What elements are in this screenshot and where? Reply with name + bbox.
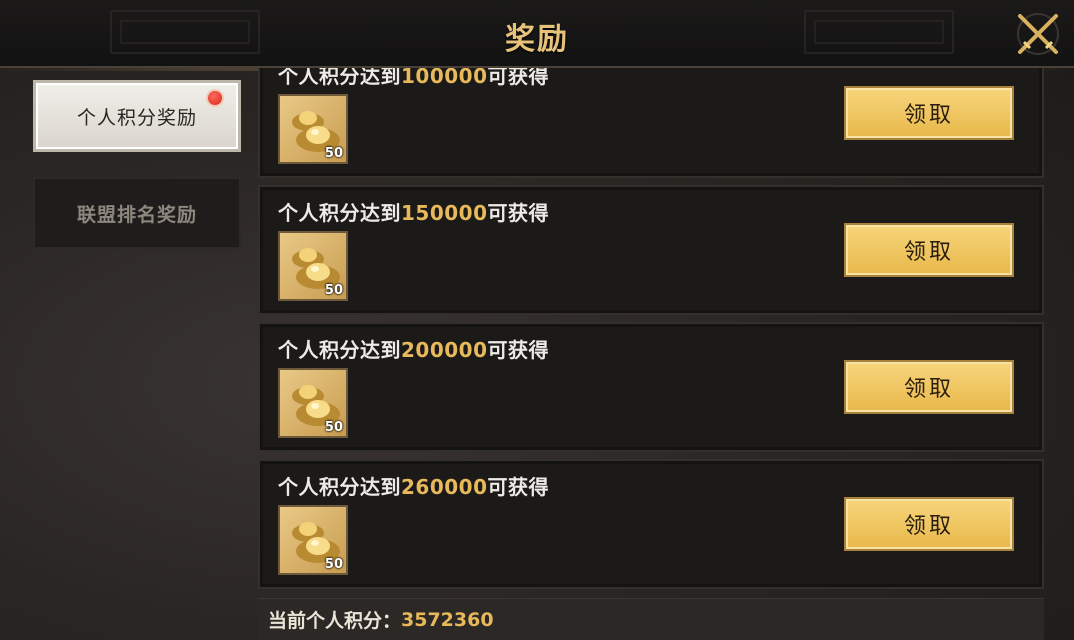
- claim-button[interactable]: 领取: [844, 223, 1014, 277]
- current-points-label: 当前个人积分：: [268, 610, 402, 632]
- reward-card: 个人积分达到200000可获得 50 领取: [258, 322, 1044, 452]
- reward-card: 个人积分达到150000可获得 50 领取: [258, 185, 1044, 315]
- reward-description: 个人积分达到150000可获得: [278, 201, 549, 225]
- reward-item[interactable]: 50: [278, 231, 348, 301]
- current-points-value: 3572360: [401, 608, 494, 631]
- reward-description: 个人积分达到100000可获得: [278, 68, 549, 89]
- close-button[interactable]: [1012, 8, 1064, 60]
- crossed-swords-close-icon: [1017, 13, 1059, 55]
- item-count: 50: [324, 557, 343, 572]
- reward-card: 个人积分达到100000可获得 50 领取: [258, 68, 1044, 178]
- header-bar: 奖励: [0, 0, 1074, 71]
- current-points-bar: 当前个人积分： 3572360: [258, 598, 1044, 640]
- notification-dot: [206, 89, 224, 107]
- reward-threshold: 100000: [401, 68, 488, 88]
- reward-item[interactable]: 50: [278, 368, 348, 438]
- reward-threshold: 260000: [401, 475, 488, 499]
- page-title: 奖励: [505, 22, 569, 57]
- tab-alliance-ranking-reward[interactable]: 联盟排名奖励: [33, 177, 241, 249]
- reward-description: 个人积分达到200000可获得: [278, 338, 549, 362]
- tab-label: 个人积分奖励: [76, 106, 197, 129]
- reward-item[interactable]: 50: [278, 505, 348, 575]
- item-count: 50: [324, 283, 343, 298]
- reward-item[interactable]: 50: [278, 94, 348, 164]
- claim-button[interactable]: 领取: [844, 497, 1014, 551]
- tab-label: 联盟排名奖励: [76, 203, 197, 226]
- item-count: 50: [324, 420, 343, 435]
- claim-button[interactable]: 领取: [844, 86, 1014, 140]
- reward-description: 个人积分达到260000可获得: [278, 475, 549, 499]
- reward-list[interactable]: 个人积分达到100000可获得 50 领取 个人积分达到150000可获得 50…: [258, 68, 1044, 592]
- reward-threshold: 200000: [401, 338, 488, 362]
- reward-card: 个人积分达到260000可获得 50 领取: [258, 459, 1044, 589]
- reward-threshold: 150000: [401, 201, 488, 225]
- claim-button[interactable]: 领取: [844, 360, 1014, 414]
- item-count: 50: [324, 146, 343, 161]
- tab-personal-points-reward[interactable]: 个人积分奖励: [33, 80, 241, 152]
